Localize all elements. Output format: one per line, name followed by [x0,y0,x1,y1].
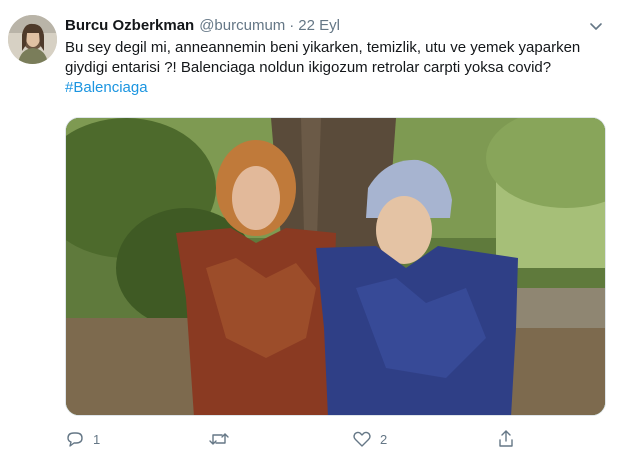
tweet-photo[interactable] [65,117,606,416]
retweet-icon [209,433,229,445]
reply-count: 1 [93,431,101,447]
retweet-button[interactable] [208,428,238,450]
author-handle[interactable]: @burcumum [199,17,285,34]
tweet-date[interactable]: 22 Eyl [298,17,340,34]
tweet-actions: 1 2 [65,428,545,450]
share-button[interactable] [496,428,516,450]
separator-dot: · [289,17,295,34]
share-icon [499,430,513,447]
reply-button[interactable]: 1 [65,428,100,450]
chevron-down-icon[interactable] [585,16,607,38]
tweet-header: Burcu Ozberkman @burcumum · 22 Eyl [65,17,340,37]
like-button[interactable]: 2 [352,428,387,450]
photo-illustration [66,118,605,415]
tweet-text: Bu sey degil mi, anneannemin beni yikark… [65,38,610,98]
hashtag-link[interactable]: #Balenciaga [65,78,610,98]
author-name[interactable]: Burcu Ozberkman [65,17,194,34]
like-count: 2 [380,431,388,447]
tweet-text-line-2: giydigi entarisi ?! Balenciaga noldun ik… [65,59,552,76]
reply-icon [67,432,83,447]
tweet-card[interactable]: Burcu Ozberkman @burcumum · 22 Eyl Bu se… [0,0,640,457]
avatar[interactable] [8,15,57,64]
tweet-text-line-1: Bu sey degil mi, anneannemin beni yikark… [65,39,581,56]
heart-icon [353,431,371,447]
